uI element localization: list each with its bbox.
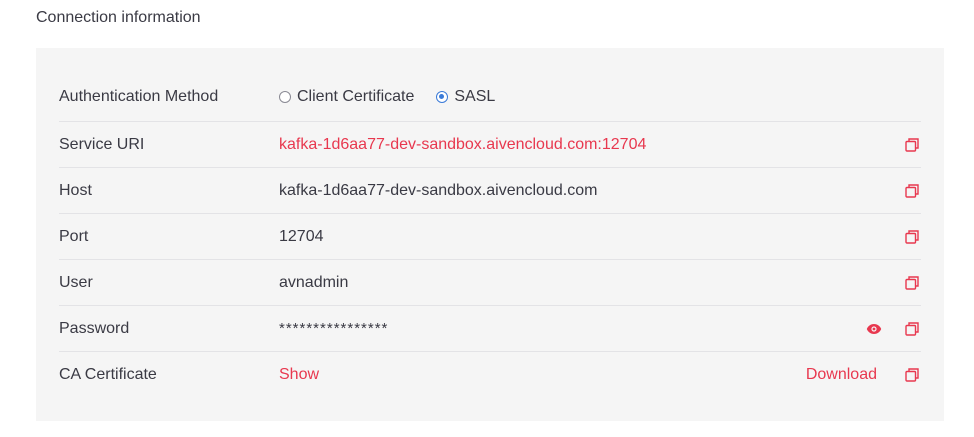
ca-certificate-label: CA Certificate: [59, 366, 157, 383]
copy-icon[interactable]: [903, 182, 921, 200]
eye-icon[interactable]: [865, 320, 883, 338]
copy-icon[interactable]: [903, 366, 921, 384]
radio-sasl[interactable]: SASL: [436, 88, 495, 106]
host-value: kafka-1d6aa77-dev-sandbox.aivencloud.com: [279, 181, 598, 199]
password-label: Password: [59, 319, 130, 337]
section-title: Connection information: [36, 9, 201, 26]
radio-checked-icon[interactable]: [436, 90, 449, 103]
radio-client-certificate[interactable]: Client Certificate: [279, 88, 414, 106]
port-row: Port 12704: [59, 214, 921, 260]
radio-client-certificate-label: Client Certificate: [297, 87, 415, 105]
service-uri-label: Service URI: [59, 135, 145, 153]
user-row: User avnadmin: [59, 260, 921, 306]
user-label: User: [59, 273, 93, 291]
radio-sasl-label: SASL: [454, 87, 496, 105]
host-label: Host: [59, 181, 92, 199]
connection-info-panel: Authentication Method Client Certificate…: [36, 48, 944, 421]
password-value: ****************: [279, 320, 389, 337]
copy-icon[interactable]: [903, 320, 921, 338]
port-label: Port: [59, 227, 89, 245]
download-certificate-link[interactable]: Download: [806, 366, 877, 384]
port-value: 12704: [279, 227, 324, 245]
copy-icon[interactable]: [903, 274, 921, 292]
copy-icon[interactable]: [903, 228, 921, 246]
auth-method-label: Authentication Method: [59, 87, 219, 105]
radio-unchecked-icon[interactable]: [279, 90, 291, 103]
user-value: avnadmin: [279, 273, 349, 291]
auth-method-radio-group: Client Certificate SASL: [279, 88, 495, 106]
auth-method-row: Authentication Method Client Certificate…: [59, 72, 921, 122]
ca-certificate-row: CA Certificate Show Download: [59, 352, 921, 398]
copy-icon[interactable]: [903, 136, 921, 154]
host-row: Host kafka-1d6aa77-dev-sandbox.aivenclou…: [59, 168, 921, 214]
password-row: Password ****************: [59, 306, 921, 352]
show-certificate-link[interactable]: Show: [279, 366, 806, 384]
service-uri-value[interactable]: kafka-1d6aa77-dev-sandbox.aivencloud.com…: [279, 136, 903, 154]
service-uri-row: Service URI kafka-1d6aa77-dev-sandbox.ai…: [59, 122, 921, 168]
